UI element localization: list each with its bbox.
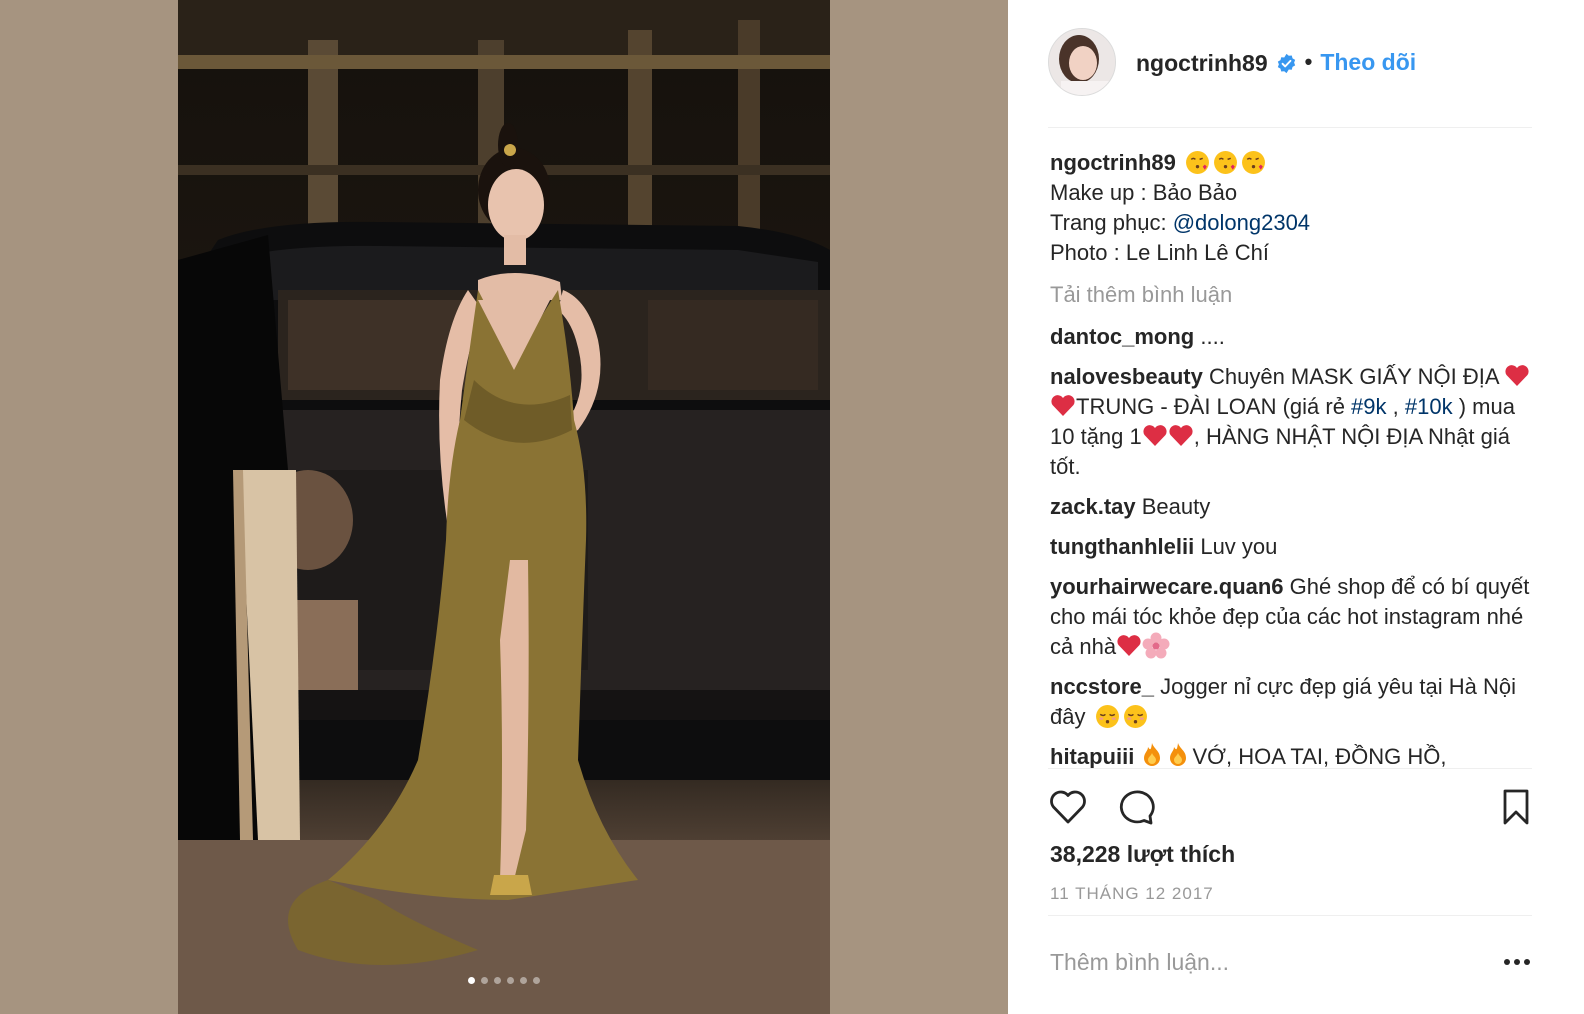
comment-username[interactable]: nalovesbeauty [1050,364,1203,389]
post-photo-illustration [178,0,830,1014]
comment-username[interactable]: dantoc_mong [1050,324,1194,349]
kissing-closed-eyes-emoji-icon [1095,705,1119,728]
comment-text: Beauty [1141,494,1211,519]
caption-mention-link[interactable]: @dolong2304 [1173,210,1310,235]
header-username[interactable]: ngoctrinh89 [1136,50,1268,77]
comment-text: , [1386,394,1405,419]
kissing-face-emoji-icon [1186,151,1209,174]
header-separator: • [1304,49,1313,74]
comment-item: dantoc_mong .... [1050,322,1534,352]
comment-text: VỚ, HOA TAI, ĐỒNG HỒ, [1192,744,1447,768]
verified-badge-icon [1277,53,1295,74]
caption-photo-credit: Photo : Le Linh Lê Chí [1050,240,1269,265]
post-side-panel: ngoctrinh89 • Theo dõi ngoctrinh89 Make … [1008,0,1584,1014]
carousel-dot[interactable] [494,977,501,984]
avatar[interactable] [1048,28,1116,96]
bookmark-icon[interactable] [1496,787,1536,827]
caption-username[interactable]: ngoctrinh89 [1050,150,1176,175]
carousel-dot[interactable] [520,977,527,984]
post-header: ngoctrinh89 • Theo dõi [1048,28,1532,128]
carousel-dot[interactable] [533,977,540,984]
comment-username[interactable]: nccstore_ [1050,674,1154,699]
carousel-indicator[interactable] [178,977,830,984]
comment-username[interactable]: tungthanhlelii [1050,534,1194,559]
carousel-dot[interactable] [481,977,488,984]
post-date[interactable]: 11 THÁNG 12 2017 [1050,884,1214,904]
post-caption: ngoctrinh89 Make up : Bảo Bảo Trang phục… [1050,148,1534,268]
red-heart-emoji-icon [1169,425,1193,446]
kissing-face-emoji-icon [1242,151,1265,174]
red-heart-emoji-icon [1117,635,1141,656]
speech-bubble-icon[interactable] [1116,787,1156,827]
fire-emoji-icon [1144,743,1161,766]
media-area [0,0,1008,1014]
comment-text: Chuyên MASK GIẤY NỘI ĐỊA [1208,364,1505,389]
comment-item: zack.tay Beauty [1050,492,1534,522]
carousel-dot-active[interactable] [468,977,475,984]
follow-button[interactable]: Theo dõi [1320,49,1416,76]
caption-wardrobe-label: Trang phục: [1050,210,1173,235]
hashtag-link[interactable]: #9k [1351,394,1386,419]
carousel-dot[interactable] [507,977,514,984]
load-more-comments-button[interactable]: Tải thêm bình luận [1050,280,1534,310]
heart-outline-icon[interactable] [1048,787,1088,827]
comments-section: ngoctrinh89 Make up : Bảo Bảo Trang phục… [1050,148,1534,768]
add-comment-input[interactable] [1050,942,1470,982]
cherry-blossom-emoji-icon [1142,632,1170,659]
hashtag-link[interactable]: #10k [1405,394,1453,419]
post-photo[interactable] [178,0,830,1014]
red-heart-emoji-icon [1505,365,1530,386]
comment-username[interactable]: hitapuiii [1050,744,1134,768]
comment-item: nalovesbeauty Chuyên MASK GIẤY NỘI ĐỊA T… [1050,362,1534,482]
comment-username[interactable]: zack.tay [1050,494,1136,519]
comment-text: .... [1200,324,1225,349]
comment-item: hitapuiii VỚ, HOA TAI, ĐỒNG HỒ, [1050,742,1534,768]
comment-item: tungthanhlelii Luv you [1050,532,1534,562]
kissing-face-emoji-icon [1214,151,1237,174]
comment-item: nccstore_ Jogger nỉ cực đẹp giá yêu tại … [1050,672,1534,732]
comment-text: Luv you [1200,534,1278,559]
kissing-closed-eyes-emoji-icon [1123,705,1147,728]
comment-text: TRUNG - ĐÀI LOAN (giá rẻ [1076,394,1352,419]
likes-count[interactable]: 38,228 lượt thích [1050,841,1235,868]
comment-item: yourhairwecare.quan6 Ghé shop để có bí q… [1050,572,1534,662]
red-heart-emoji-icon [1143,425,1167,446]
caption-makeup: Make up : Bảo Bảo [1050,180,1238,205]
fire-emoji-icon [1170,743,1187,766]
post-actions-section: 38,228 lượt thích 11 THÁNG 12 2017 [1048,768,1532,916]
avatar-image [1049,29,1115,95]
ellipsis-icon[interactable] [1502,950,1532,974]
red-heart-emoji-icon [1051,395,1075,416]
comment-username[interactable]: yourhairwecare.quan6 [1050,574,1284,599]
